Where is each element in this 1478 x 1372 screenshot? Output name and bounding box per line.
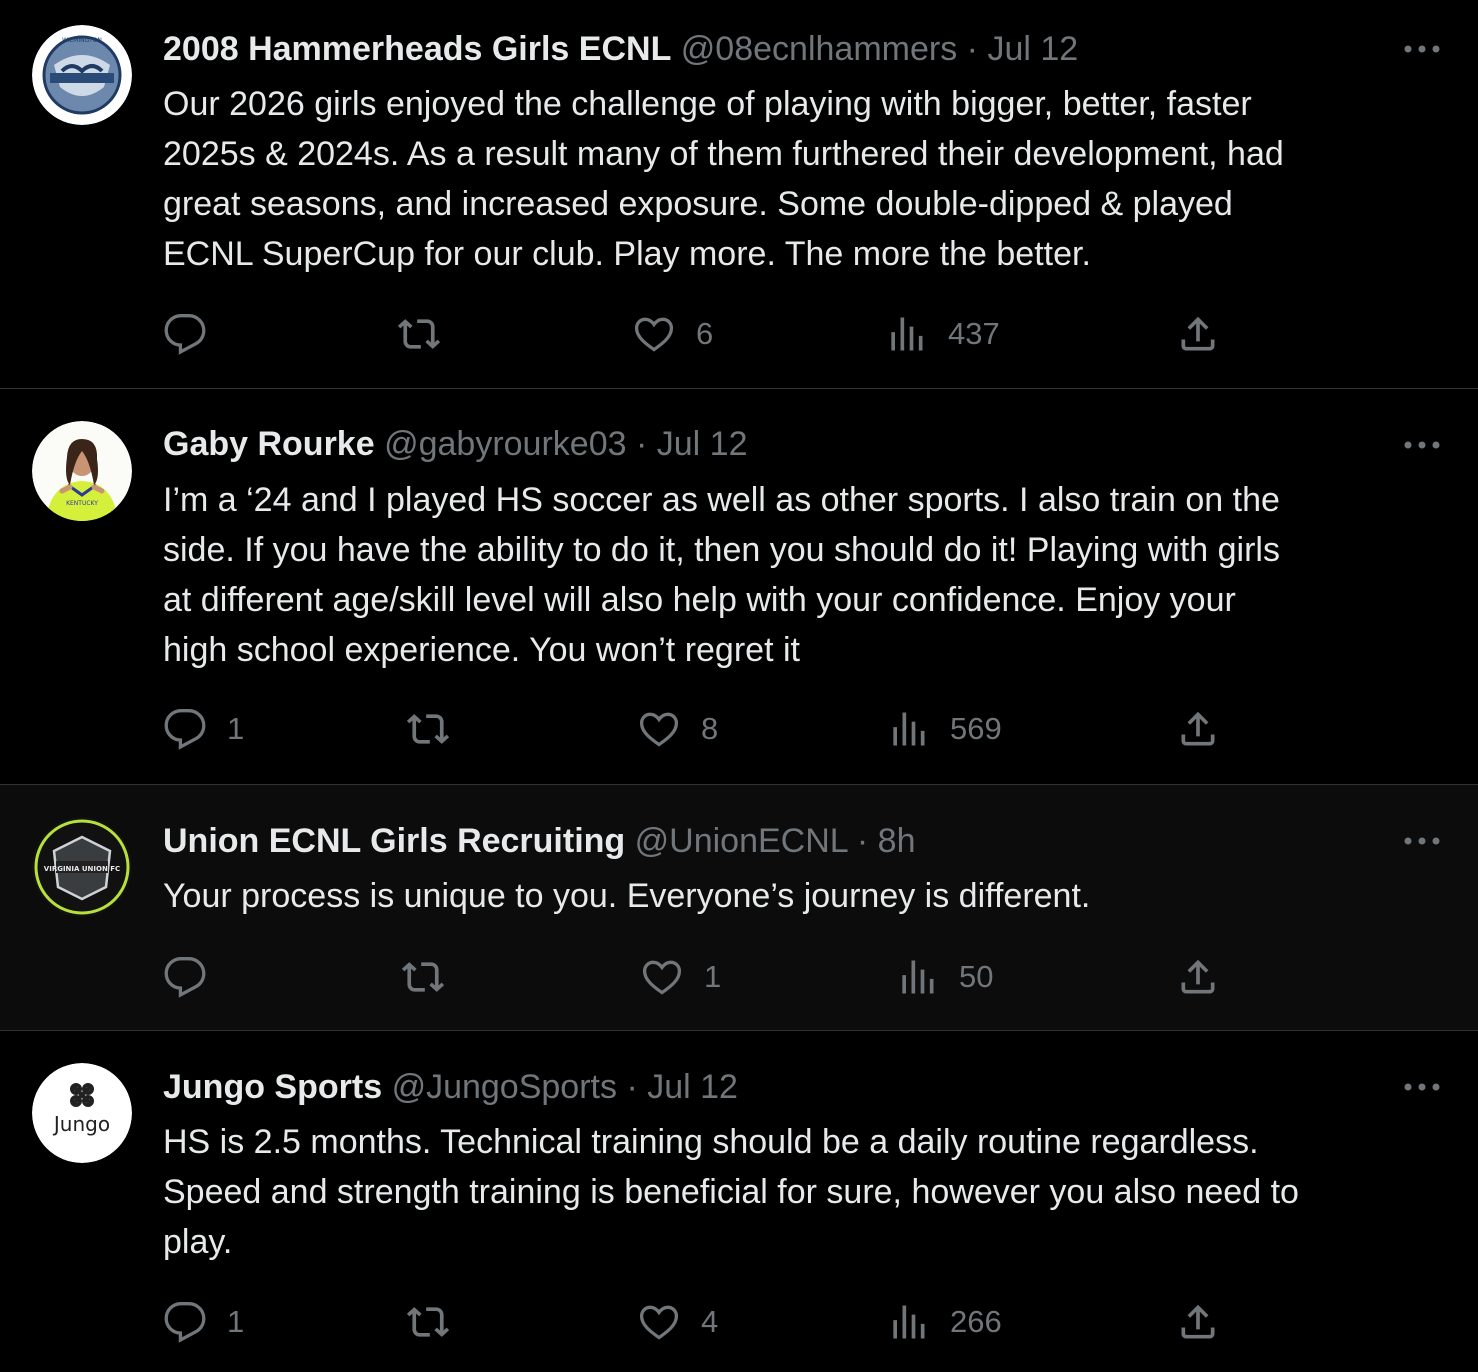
more-options-button[interactable]: [1402, 826, 1442, 856]
timestamp[interactable]: Jul 12: [647, 1068, 738, 1106]
like-icon: [639, 712, 679, 747]
avatar[interactable]: WILMINGTON: [32, 25, 132, 125]
views-button[interactable]: 569: [886, 707, 1002, 751]
reply-count: 1: [227, 711, 245, 746]
reply-icon: [164, 709, 206, 750]
tweet-text: Our 2026 girls enjoyed the challenge of …: [163, 85, 1284, 273]
reply-icon: [164, 957, 206, 998]
like-button[interactable]: 8: [637, 707, 718, 751]
retweet-button[interactable]: [406, 1300, 470, 1344]
like-button[interactable]: 6: [632, 312, 713, 356]
reply-button[interactable]: [163, 312, 227, 356]
more-icon: [1404, 837, 1440, 845]
profile-photo: KENTUCKY: [32, 421, 132, 521]
share-button[interactable]: [1176, 707, 1220, 751]
share-icon: [1181, 711, 1215, 746]
reply-count: 1: [227, 1304, 245, 1339]
more-icon: [1404, 441, 1440, 449]
views-icon: [893, 1305, 925, 1339]
separator: ·: [966, 30, 978, 68]
view-count: 437: [948, 316, 1000, 351]
tweet-header: Union ECNL Girls Recruiting @UnionECNL ·…: [163, 816, 916, 866]
views-button[interactable]: 266: [886, 1300, 1002, 1344]
views-icon: [891, 317, 923, 351]
like-icon: [642, 960, 682, 995]
views-icon: [893, 712, 925, 746]
view-count: 266: [950, 1304, 1002, 1339]
tweet[interactable]: Jungo Jungo Sports @JungoSports · Jul 12…: [0, 1031, 1478, 1372]
tweet-text: Your process is unique to you. Everyone’…: [163, 877, 1091, 915]
retweet-button[interactable]: [397, 312, 461, 356]
retweet-button[interactable]: [406, 707, 470, 751]
author-name[interactable]: Jungo Sports: [163, 1068, 382, 1106]
hammerheads-logo: WILMINGTON: [32, 25, 132, 125]
more-options-button[interactable]: [1402, 1072, 1442, 1102]
svg-text:Jungo: Jungo: [52, 1112, 110, 1136]
reply-icon: [164, 314, 206, 355]
separator: ·: [635, 425, 648, 463]
tweet-header: Gaby Rourke @gabyrourke03 · Jul 12: [163, 419, 747, 469]
reply-button[interactable]: 1: [163, 707, 244, 751]
share-icon: [1181, 316, 1215, 351]
tweet[interactable]: KENTUCKY Gaby Rourke @gabyrourke03 · Jul…: [0, 389, 1478, 785]
retweet-icon: [406, 714, 450, 744]
timestamp[interactable]: Jul 12: [987, 30, 1078, 68]
timestamp[interactable]: 8h: [878, 822, 916, 860]
like-icon: [639, 1305, 679, 1340]
separator: ·: [856, 822, 869, 860]
more-options-button[interactable]: [1402, 430, 1442, 460]
like-count: 6: [696, 316, 714, 351]
avatar[interactable]: VIRGINIA UNION FC: [32, 817, 132, 917]
timestamp[interactable]: Jul 12: [657, 425, 748, 463]
tweet[interactable]: WILMINGTON 2008 Hammerheads Girls ECNL @…: [0, 0, 1478, 389]
share-icon: [1181, 959, 1215, 994]
share-button[interactable]: [1176, 312, 1220, 356]
tweet-text: HS is 2.5 months. Technical training sho…: [163, 1123, 1299, 1261]
share-button[interactable]: [1176, 955, 1220, 999]
retweet-button[interactable]: [401, 955, 465, 999]
reply-button[interactable]: [163, 955, 227, 999]
author-name[interactable]: Union ECNL Girls Recruiting: [163, 822, 625, 860]
avatar[interactable]: KENTUCKY: [32, 421, 132, 521]
svg-text:KENTUCKY: KENTUCKY: [66, 500, 98, 507]
views-button[interactable]: 50: [895, 955, 993, 999]
view-count: 50: [959, 959, 994, 994]
author-handle[interactable]: @gabyrourke03: [384, 425, 626, 463]
tweet[interactable]: VIRGINIA UNION FC Union ECNL Girls Recru…: [0, 785, 1478, 1031]
author-handle[interactable]: @UnionECNL: [635, 822, 848, 860]
more-icon: [1404, 45, 1440, 53]
views-icon: [902, 960, 934, 994]
reply-button[interactable]: 1: [163, 1300, 244, 1344]
views-button[interactable]: 437: [884, 312, 1000, 356]
like-icon: [634, 317, 674, 352]
like-count: 4: [701, 1304, 719, 1339]
like-count: 8: [701, 711, 719, 746]
like-button[interactable]: 4: [637, 1300, 718, 1344]
tweet-header: 2008 Hammerheads Girls ECNL @08ecnlhamme…: [163, 24, 1078, 74]
share-button[interactable]: [1176, 1300, 1220, 1344]
avatar[interactable]: Jungo: [32, 1063, 132, 1163]
like-button[interactable]: 1: [640, 955, 721, 999]
author-handle[interactable]: @JungoSports: [392, 1068, 617, 1106]
jungo-logo: Jungo: [32, 1063, 132, 1163]
svg-text:VIRGINIA UNION FC: VIRGINIA UNION FC: [44, 865, 120, 873]
retweet-icon: [401, 962, 445, 992]
author-name[interactable]: 2008 Hammerheads Girls ECNL: [163, 30, 671, 68]
tweet-text: I’m a ‘24 and I played HS soccer as well…: [163, 481, 1280, 669]
author-name[interactable]: Gaby Rourke: [163, 425, 375, 463]
tweet-header: Jungo Sports @JungoSports · Jul 12: [163, 1062, 738, 1112]
view-count: 569: [950, 711, 1002, 746]
union-fc-logo: VIRGINIA UNION FC: [32, 817, 132, 917]
more-icon: [1404, 1083, 1440, 1091]
author-handle[interactable]: @08ecnlhammers: [681, 30, 957, 68]
retweet-icon: [397, 319, 441, 349]
more-options-button[interactable]: [1402, 34, 1442, 64]
share-icon: [1181, 1304, 1215, 1339]
reply-icon: [164, 1302, 206, 1343]
svg-text:WILMINGTON: WILMINGTON: [62, 37, 102, 44]
separator: ·: [626, 1068, 638, 1106]
like-count: 1: [704, 959, 722, 994]
retweet-icon: [406, 1307, 450, 1337]
